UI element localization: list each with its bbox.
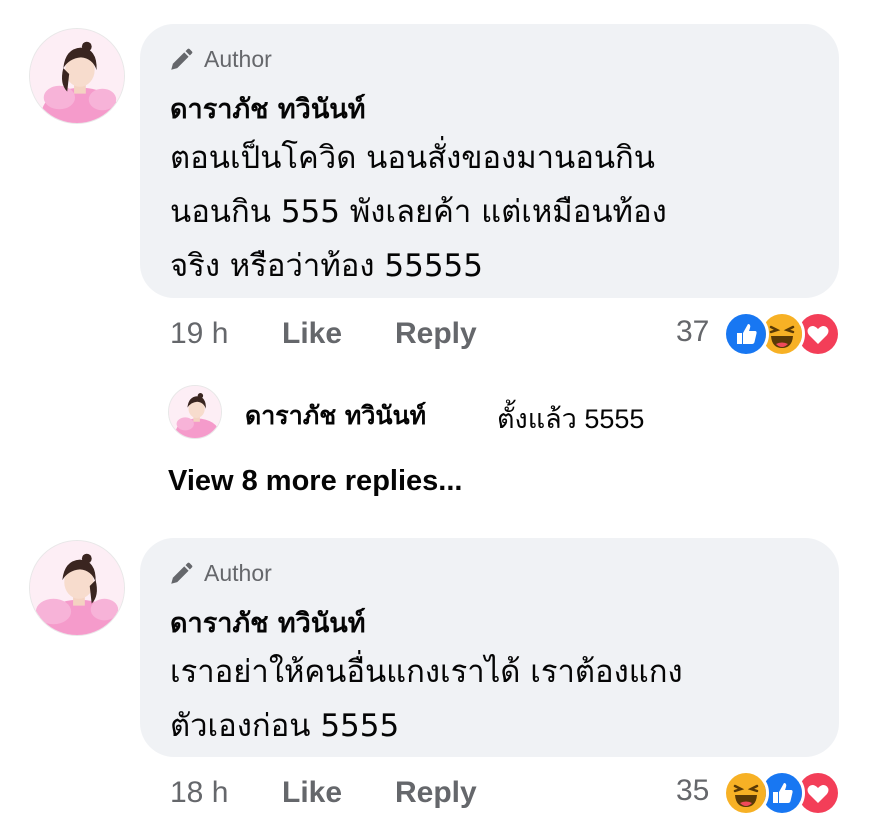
- like-reaction-icon[interactable]: [723, 311, 769, 357]
- haha-reaction-icon[interactable]: [723, 770, 769, 816]
- reaction-count[interactable]: 37: [676, 315, 709, 349]
- like-button[interactable]: Like: [282, 317, 342, 351]
- view-more-replies-link[interactable]: View 8 more replies...: [168, 465, 462, 498]
- comment-text-line: ตอนเป็นโควิด นอนสั่งของมานอนกิน: [170, 140, 655, 176]
- comment-bubble[interactable]: Author ดาราภัช ทวินันท์ เราอย่าให้คนอื่น…: [140, 538, 839, 757]
- reaction-count[interactable]: 35: [676, 774, 709, 808]
- reply-author-name[interactable]: ดาราภัช ทวินันท์: [245, 396, 426, 436]
- author-badge-label: Author: [204, 560, 272, 586]
- profile-photo: [30, 541, 124, 635]
- author-name[interactable]: ดาราภัช ทวินันท์: [170, 87, 366, 130]
- reply-button[interactable]: Reply: [395, 317, 477, 351]
- author-badge: Author: [168, 46, 272, 73]
- reply-avatar[interactable]: [168, 385, 222, 439]
- comment-text-line: ตัวเองก่อน 5555: [170, 708, 400, 744]
- author-badge-label: Author: [204, 46, 272, 72]
- like-button[interactable]: Like: [282, 776, 342, 810]
- avatar[interactable]: [29, 28, 125, 124]
- author-badge: Author: [168, 560, 272, 587]
- reply-preview-text: ตั้งแล้ว 5555: [497, 404, 645, 434]
- avatar[interactable]: [29, 540, 125, 636]
- author-name[interactable]: ดาราภัช ทวินันท์: [170, 601, 366, 644]
- profile-photo: [169, 386, 221, 438]
- pencil-icon: [171, 48, 193, 70]
- comment-text-line: จริง หรือว่าท้อง 55555: [170, 248, 483, 284]
- reply-button[interactable]: Reply: [395, 776, 477, 810]
- profile-photo: [30, 29, 124, 123]
- comment-text-line: นอนกิน 555 พังเลยค้า แต่เหมือนท้อง: [170, 194, 667, 230]
- comment-text-line: เราอย่าให้คนอื่นแกงเราได้ เราต้องแกง: [170, 654, 683, 690]
- pencil-icon: [171, 562, 193, 584]
- comment-timestamp[interactable]: 18 h: [170, 776, 228, 810]
- comment-timestamp[interactable]: 19 h: [170, 317, 228, 351]
- comment-bubble[interactable]: Author ดาราภัช ทวินันท์ ตอนเป็นโควิด นอน…: [140, 24, 839, 298]
